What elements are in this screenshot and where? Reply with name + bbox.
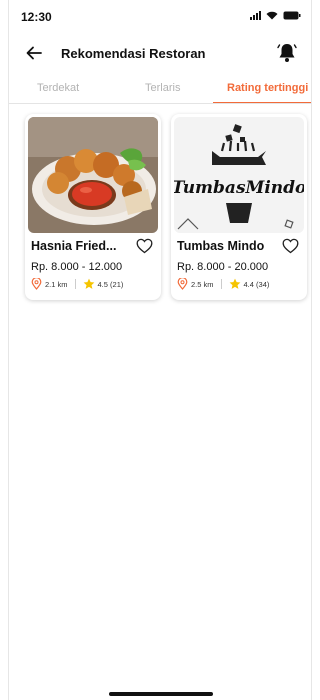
- favorite-heart-icon[interactable]: [136, 238, 153, 254]
- rating-text: 4.4 (34): [243, 279, 270, 289]
- tab-rating-tertinggi[interactable]: Rating tertinggi: [227, 82, 308, 94]
- location-pin-icon: [31, 278, 42, 290]
- price-range: Rp. 8.000 - 20.000: [177, 261, 269, 273]
- restaurant-name: Tumbas Mindo: [177, 239, 265, 253]
- page-title: Rekomendasi Restoran: [61, 46, 206, 61]
- app-header: Rekomendasi Restoran: [9, 36, 311, 72]
- location-pin-icon: [177, 278, 188, 290]
- battery-icon: [283, 11, 301, 20]
- active-tab-indicator: [213, 102, 311, 103]
- logo-text: TumbasMindo: [174, 178, 304, 198]
- restaurant-logo-image: TumbasMindo: [174, 117, 304, 233]
- restaurant-photo: [28, 117, 158, 233]
- restaurant-card[interactable]: TumbasMindo Tumbas Mindo Rp. 8.000 - 20.…: [171, 114, 307, 300]
- notification-bell-icon[interactable]: [277, 42, 297, 64]
- back-arrow-icon[interactable]: [25, 44, 43, 62]
- distance-text: 2.1 km: [45, 279, 68, 289]
- status-bar: 12:30: [9, 0, 311, 28]
- tab-terlaris[interactable]: Terlaris: [145, 82, 180, 94]
- phone-screen: 12:30 Rekomendasi Restoran Terdekat Terl…: [8, 0, 312, 700]
- star-icon: [229, 278, 240, 289]
- tab-terdekat[interactable]: Terdekat: [37, 82, 79, 94]
- restaurant-name: Hasnia Fried...: [31, 239, 117, 253]
- price-range: Rp. 8.000 - 12.000: [31, 261, 123, 273]
- status-time: 12:30: [21, 10, 52, 24]
- favorite-heart-icon[interactable]: [282, 238, 299, 254]
- status-icons: [250, 11, 301, 20]
- wifi-icon: [266, 11, 278, 20]
- home-indicator[interactable]: [109, 692, 213, 696]
- signal-icon: [250, 11, 261, 20]
- meta-divider: [220, 279, 222, 289]
- rating-text: 4.5 (21): [97, 279, 124, 289]
- distance-text: 2.5 km: [191, 279, 214, 289]
- filter-tabs: Terdekat Terlaris Rating tertinggi: [9, 76, 311, 104]
- restaurant-meta: 2.5 km 4.4 (34): [177, 278, 269, 290]
- star-icon: [83, 278, 94, 289]
- restaurant-meta: 2.1 km 4.5 (21): [31, 278, 123, 290]
- restaurant-card[interactable]: Hasnia Fried... Rp. 8.000 - 12.000 2.1 k…: [25, 114, 161, 300]
- meta-divider: [74, 279, 76, 289]
